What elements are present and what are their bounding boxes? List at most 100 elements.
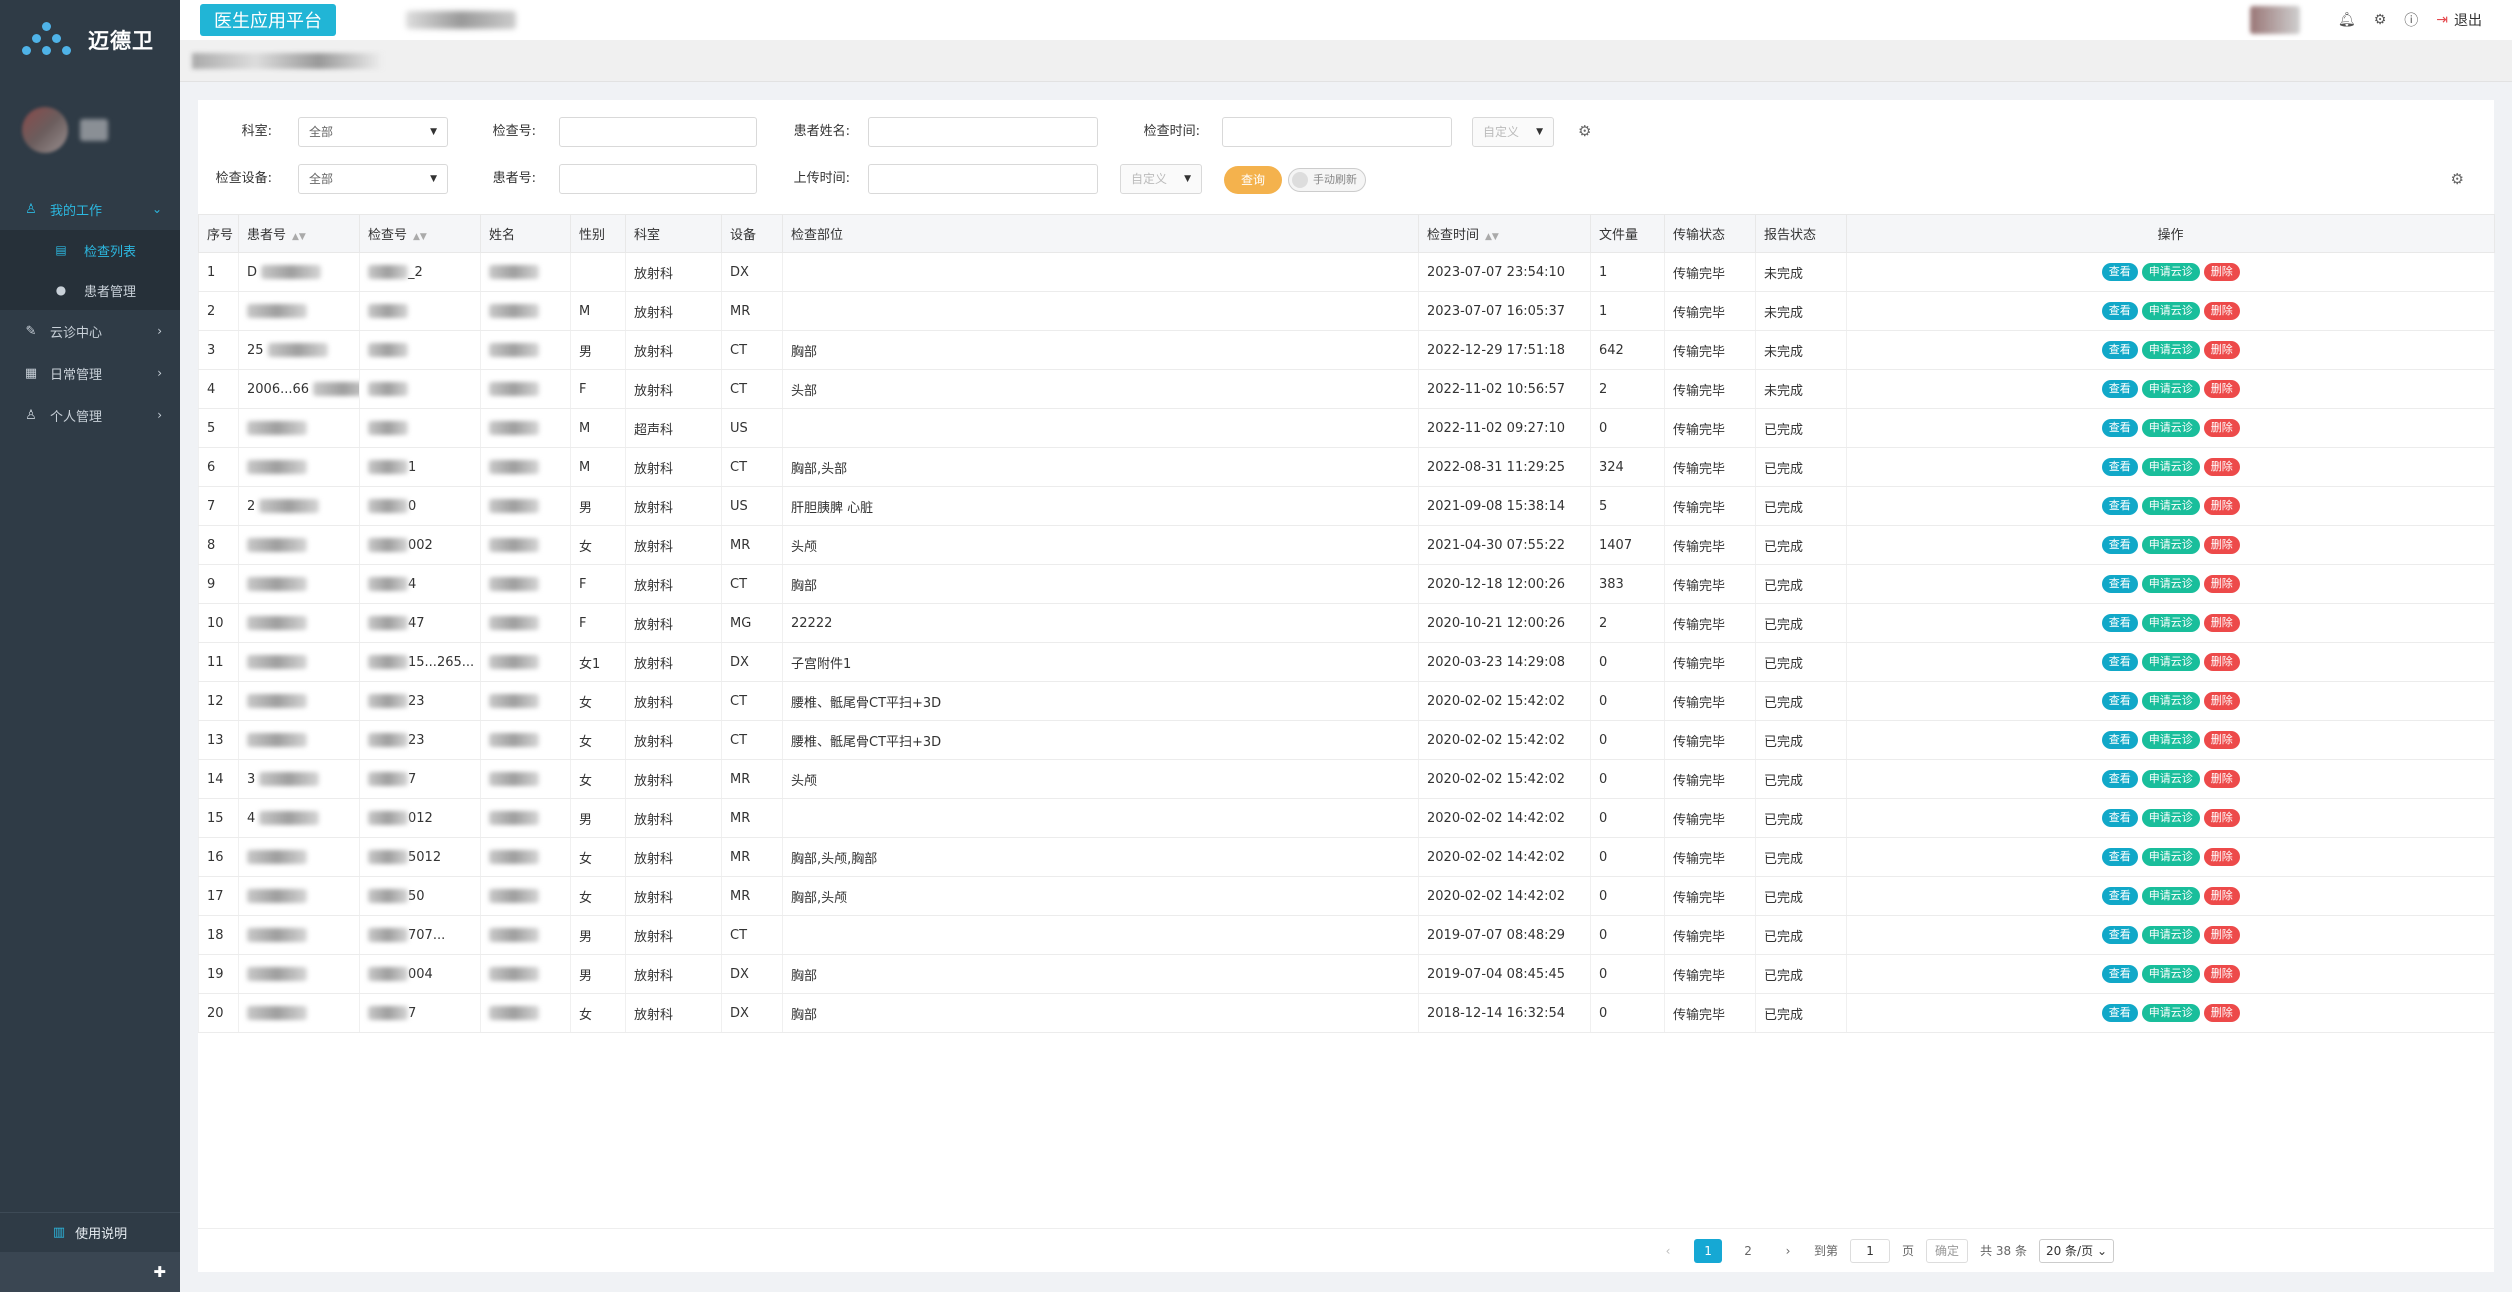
apply-cloud-diagnosis-button[interactable]: 申请云诊 bbox=[2141, 809, 2200, 827]
help-link[interactable]: ▥ 使用说明 bbox=[0, 1212, 180, 1252]
view-button[interactable]: 查看 bbox=[2101, 497, 2138, 515]
table-row[interactable]: 11 15...265... 女1 放射科 DX 子宫附件1 2020-03-23 14:… bbox=[198, 642, 2495, 682]
goto-confirm-button[interactable]: 确定 bbox=[1926, 1238, 1969, 1263]
delete-button[interactable]: 删除 bbox=[2203, 536, 2240, 554]
delete-button[interactable]: 删除 bbox=[2203, 926, 2240, 944]
delete-button[interactable]: 删除 bbox=[2203, 848, 2240, 866]
exam-time-mode-select[interactable]: 自定义 ▼ bbox=[1472, 117, 1554, 147]
table-row[interactable]: 19 004 男放射科 DX 胸部 2019-07-04 08:45:45 0 传输完毕 已完… bbox=[198, 954, 2495, 994]
pin-sidebar-button[interactable]: ✚ bbox=[0, 1252, 180, 1292]
table-row[interactable]: 3 25 男放射科 CT 胸部 2022-12-29 17:51:18 642 传输完毕 未完… bbox=[198, 330, 2495, 370]
prev-page-icon[interactable]: ‹ bbox=[1654, 1239, 1682, 1263]
upload-time-mode-select[interactable]: 自定义 ▼ bbox=[1120, 164, 1202, 194]
table-row[interactable]: 13 23 女放射科 CT 腰椎、骶尾骨CT平扫+3D 2020-02-02 15:42… bbox=[198, 720, 2495, 760]
apply-cloud-diagnosis-button[interactable]: 申请云诊 bbox=[2141, 341, 2200, 359]
table-row[interactable]: 2 M 放射科 MR 2023-07-07 16:05:37 1 传输完毕 未完成 查看 申请云… bbox=[198, 291, 2495, 331]
brand-logo[interactable]: 迈德卫 bbox=[0, 0, 180, 80]
filter-settings-icon[interactable]: ⚙ bbox=[1578, 122, 1591, 140]
table-row[interactable]: 4 2006...66 F 放射科 CT 头部 2022-11-02 10:56:57 2 传… bbox=[198, 369, 2495, 409]
manual-refresh-toggle[interactable]: 手动刷新 bbox=[1288, 168, 1366, 192]
view-button[interactable]: 查看 bbox=[2101, 341, 2138, 359]
apply-cloud-diagnosis-button[interactable]: 申请云诊 bbox=[2141, 536, 2200, 554]
view-button[interactable]: 查看 bbox=[2101, 809, 2138, 827]
view-button[interactable]: 查看 bbox=[2101, 653, 2138, 671]
patient-name-input[interactable] bbox=[868, 117, 1098, 147]
delete-button[interactable]: 删除 bbox=[2203, 614, 2240, 632]
apply-cloud-diagnosis-button[interactable]: 申请云诊 bbox=[2141, 458, 2200, 476]
user-profile[interactable] bbox=[0, 80, 180, 180]
delete-button[interactable]: 删除 bbox=[2203, 653, 2240, 671]
exam-time-input[interactable] bbox=[1222, 117, 1452, 147]
table-row[interactable]: 16 5012 女放射科 MR 胸部,头颅,胸部 2020-02-02 14:42:02… bbox=[198, 837, 2495, 877]
col-header-transfer-status[interactable]: 传输状态 bbox=[1664, 214, 1756, 253]
menu-item-daily-management[interactable]: ▦ 日常管理 › bbox=[0, 352, 180, 394]
patient-no-input[interactable] bbox=[559, 164, 757, 194]
delete-button[interactable]: 删除 bbox=[2203, 965, 2240, 983]
view-button[interactable]: 查看 bbox=[2101, 848, 2138, 866]
apply-cloud-diagnosis-button[interactable]: 申请云诊 bbox=[2141, 497, 2200, 515]
col-header-department[interactable]: 科室 bbox=[625, 214, 722, 253]
table-settings-icon[interactable]: ⚙ bbox=[2451, 170, 2464, 188]
delete-button[interactable]: 删除 bbox=[2203, 380, 2240, 398]
view-button[interactable]: 查看 bbox=[2101, 536, 2138, 554]
table-row[interactable]: 12 23 女放射科 CT 腰椎、骶尾骨CT平扫+3D 2020-02-02 15:42… bbox=[198, 681, 2495, 721]
view-button[interactable]: 查看 bbox=[2101, 1004, 2138, 1022]
col-header-patient-id[interactable]: 患者号 ▲▼ bbox=[238, 214, 360, 253]
col-header-report-status[interactable]: 报告状态 bbox=[1755, 214, 1847, 253]
table-row[interactable]: 18 707... 男放射科 CT 2019-07-07 08:48:29 0 传输完毕已… bbox=[198, 915, 2495, 955]
table-row[interactable]: 1D _2 放射科 DX 2023-07-07 23:54:10 1 传输完毕 未完成 查看申… bbox=[198, 252, 2495, 292]
apply-cloud-diagnosis-button[interactable]: 申请云诊 bbox=[2141, 692, 2200, 710]
col-header-exam-id[interactable]: 检查号 ▲▼ bbox=[359, 214, 481, 253]
menu-item-my-work[interactable]: ♙ 我的工作 ⌄ bbox=[0, 188, 180, 230]
delete-button[interactable]: 删除 bbox=[2203, 1004, 2240, 1022]
col-header-name[interactable]: 姓名 bbox=[480, 214, 571, 253]
table-row[interactable]: 17 50 女放射科 MR 胸部,头颅 2020-02-02 14:42:02 0 传输完毕… bbox=[198, 876, 2495, 916]
view-button[interactable]: 查看 bbox=[2101, 302, 2138, 320]
delete-button[interactable]: 删除 bbox=[2203, 497, 2240, 515]
table-row[interactable]: 9 4 F 放射科 CT 胸部 2020-12-18 12:00:26 383 传输完毕 已完成… bbox=[198, 564, 2495, 604]
col-header-device[interactable]: 设备 bbox=[721, 214, 783, 253]
menu-item-cloud-center[interactable]: ✎ 云诊中心 › bbox=[0, 310, 180, 352]
table-row[interactable]: 10 47 F 放射科 MG 22222 2020-10-21 12:00:26 2 传输完毕… bbox=[198, 603, 2495, 643]
table-row[interactable]: 72 0 男放射科 US 肝胆胰脾 心脏 2021-09-08 15:38:14 5 传输完… bbox=[198, 486, 2495, 526]
delete-button[interactable]: 删除 bbox=[2203, 341, 2240, 359]
logout-button[interactable]: ⇥ 退出 bbox=[2436, 10, 2482, 30]
view-button[interactable]: 查看 bbox=[2101, 926, 2138, 944]
delete-button[interactable]: 删除 bbox=[2203, 692, 2240, 710]
device-select[interactable]: 全部 ▼ bbox=[298, 164, 448, 194]
table-row[interactable]: 8 002 女放射科 MR 头颅 2021-04-30 07:55:22 1407 传输完毕… bbox=[198, 525, 2495, 565]
delete-button[interactable]: 删除 bbox=[2203, 809, 2240, 827]
view-button[interactable]: 查看 bbox=[2101, 887, 2138, 905]
view-button[interactable]: 查看 bbox=[2101, 692, 2138, 710]
apply-cloud-diagnosis-button[interactable]: 申请云诊 bbox=[2141, 770, 2200, 788]
bell-icon[interactable]: 🔔︎ bbox=[2338, 12, 2356, 28]
apply-cloud-diagnosis-button[interactable]: 申请云诊 bbox=[2141, 302, 2200, 320]
table-row[interactable]: 14 3 7 女放射科 MR 头颅 2020-02-02 15:42:02 0 传输完毕 已完成… bbox=[198, 759, 2495, 799]
view-button[interactable]: 查看 bbox=[2101, 419, 2138, 437]
apply-cloud-diagnosis-button[interactable]: 申请云诊 bbox=[2141, 731, 2200, 749]
page-size-select[interactable]: 20 条/页 ⌄ bbox=[2038, 1238, 2114, 1263]
delete-button[interactable]: 删除 bbox=[2203, 302, 2240, 320]
apply-cloud-diagnosis-button[interactable]: 申请云诊 bbox=[2141, 926, 2200, 944]
delete-button[interactable]: 删除 bbox=[2203, 263, 2240, 281]
page-2-button[interactable]: 2 bbox=[1734, 1239, 1762, 1263]
upload-time-input[interactable] bbox=[868, 164, 1098, 194]
apply-cloud-diagnosis-button[interactable]: 申请云诊 bbox=[2141, 1004, 2200, 1022]
next-page-icon[interactable]: › bbox=[1774, 1239, 1802, 1263]
settings-check-icon[interactable]: ⚙ bbox=[2374, 12, 2387, 28]
delete-button[interactable]: 删除 bbox=[2203, 770, 2240, 788]
department-select[interactable]: 全部 ▼ bbox=[298, 117, 448, 147]
table-row[interactable]: 15 4 012 男放射科 MR 2020-02-02 14:42:02 0 传输完毕 已完成… bbox=[198, 798, 2495, 838]
col-header-exam-time[interactable]: 检查时间 ▲▼ bbox=[1418, 214, 1591, 253]
exam-no-input[interactable] bbox=[559, 117, 757, 147]
view-button[interactable]: 查看 bbox=[2101, 458, 2138, 476]
view-button[interactable]: 查看 bbox=[2101, 575, 2138, 593]
apply-cloud-diagnosis-button[interactable]: 申请云诊 bbox=[2141, 263, 2200, 281]
delete-button[interactable]: 删除 bbox=[2203, 458, 2240, 476]
table-row[interactable]: 5 M 超声科 US 2022-11-02 09:27:10 0 传输完毕 已完成 查看 申请云… bbox=[198, 408, 2495, 448]
apply-cloud-diagnosis-button[interactable]: 申请云诊 bbox=[2141, 614, 2200, 632]
view-button[interactable]: 查看 bbox=[2101, 263, 2138, 281]
view-button[interactable]: 查看 bbox=[2101, 770, 2138, 788]
view-button[interactable]: 查看 bbox=[2101, 731, 2138, 749]
apply-cloud-diagnosis-button[interactable]: 申请云诊 bbox=[2141, 887, 2200, 905]
